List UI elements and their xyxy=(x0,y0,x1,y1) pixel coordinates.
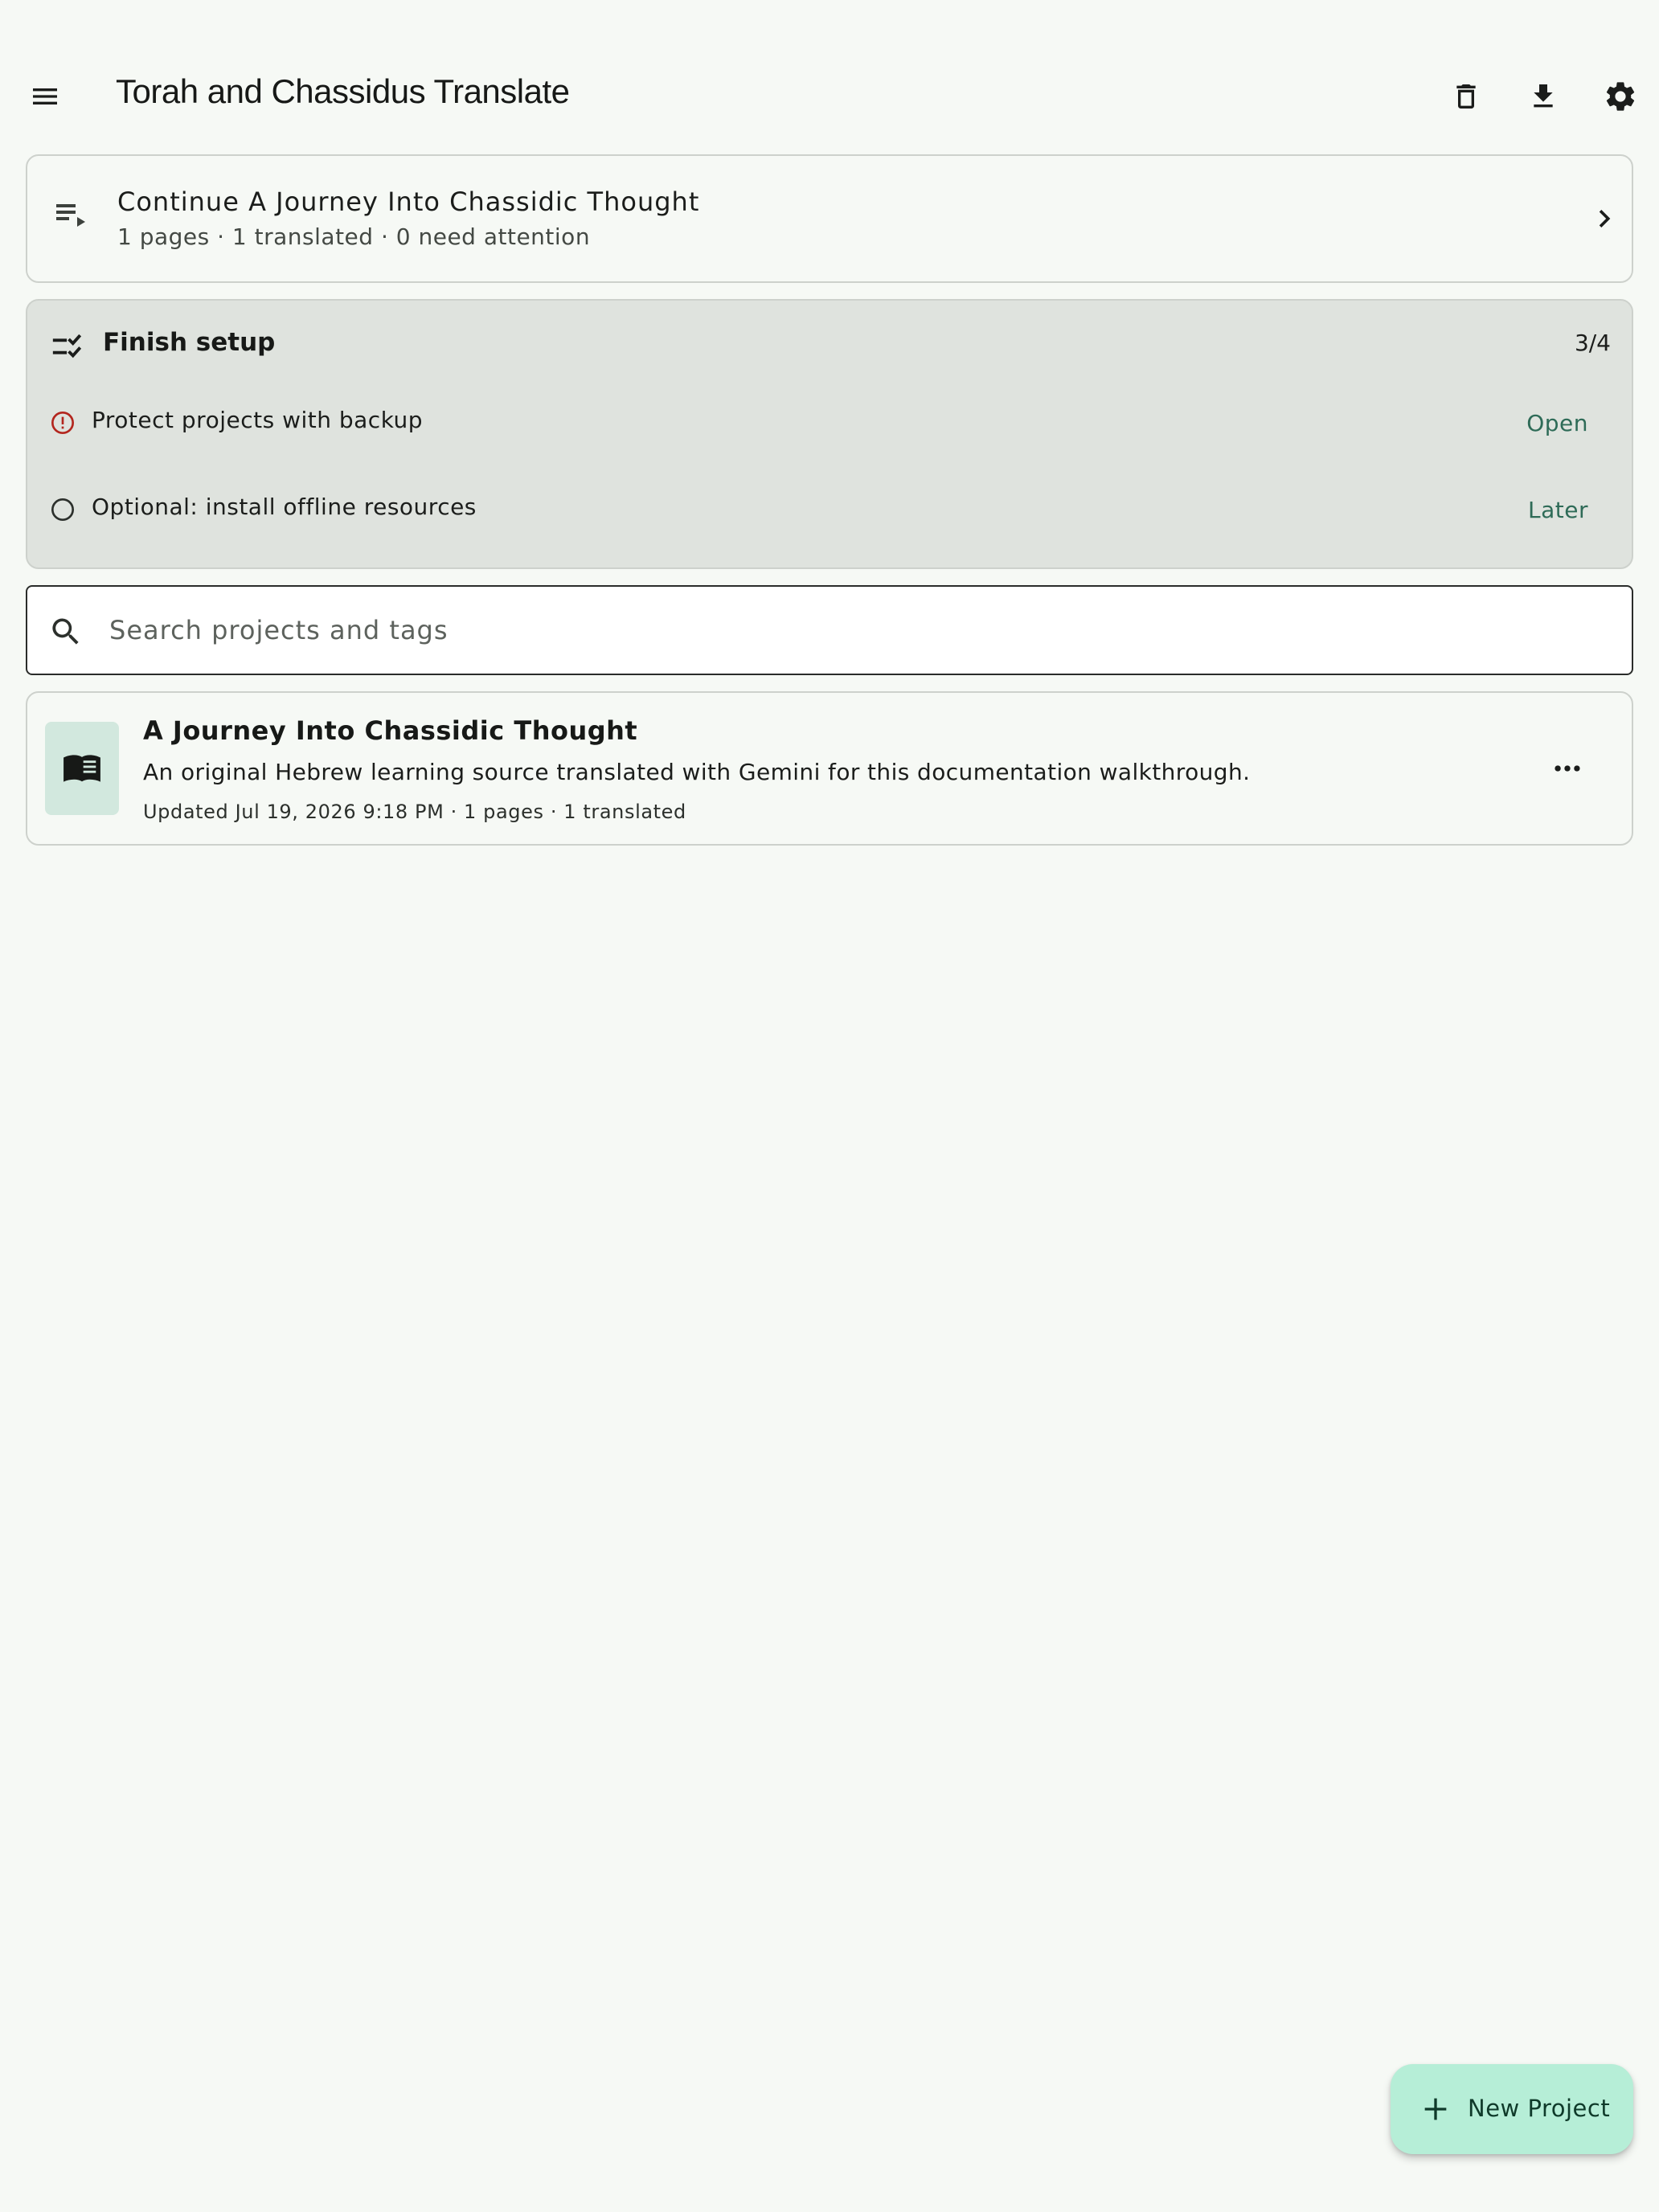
delete-button[interactable] xyxy=(1431,61,1501,132)
project-card[interactable]: A Journey Into Chassidic Thought An orig… xyxy=(26,691,1633,846)
book-icon xyxy=(63,755,100,782)
menu-icon xyxy=(33,88,57,104)
setup-item-offline-resources: Optional: install offline resources Late… xyxy=(27,469,1632,550)
empty-circle-icon xyxy=(51,498,74,521)
setup-progress: 3/4 xyxy=(1574,330,1611,356)
finish-setup-card: Finish setup 3/4 Protect projects with b… xyxy=(26,299,1633,569)
setup-item-backup: Protect projects with backup Open xyxy=(27,383,1632,463)
playlist-play-icon xyxy=(56,204,85,227)
menu-button[interactable] xyxy=(10,61,80,132)
top-app-bar: Torah and Chassidus Translate xyxy=(0,48,1659,145)
setup-item-label: Optional: install offline resources xyxy=(92,494,477,520)
project-meta: Updated Jul 19, 2026 9:18 PM · 1 pages ·… xyxy=(143,801,686,823)
setup-item-label: Protect projects with backup xyxy=(92,407,424,433)
download-button[interactable] xyxy=(1508,61,1579,132)
open-backup-button[interactable]: Open xyxy=(1510,399,1604,447)
settings-button[interactable] xyxy=(1585,61,1656,132)
project-thumbnail xyxy=(45,722,119,815)
continue-project-card[interactable]: Continue A Journey Into Chassidic Though… xyxy=(26,154,1633,283)
download-icon xyxy=(1534,84,1553,108)
plus-icon xyxy=(1424,2098,1447,2120)
chevron-right-icon xyxy=(1599,210,1611,227)
continue-subtitle: 1 pages · 1 translated · 0 need attentio… xyxy=(117,223,591,250)
app-title: Torah and Chassidus Translate xyxy=(116,72,570,110)
trash-icon xyxy=(1456,84,1476,109)
more-horizontal-icon xyxy=(1555,765,1580,772)
project-title: A Journey Into Chassidic Thought xyxy=(143,715,638,746)
project-more-button[interactable] xyxy=(1532,733,1603,804)
search-field[interactable] xyxy=(26,585,1633,675)
new-project-button[interactable]: New Project xyxy=(1391,2064,1633,2154)
checklist-icon xyxy=(52,334,82,358)
alert-circle-icon xyxy=(51,412,74,434)
continue-title: Continue A Journey Into Chassidic Though… xyxy=(117,186,700,217)
later-offline-resources-button[interactable]: Later xyxy=(1512,485,1604,534)
setup-title: Finish setup xyxy=(103,328,276,357)
search-input[interactable] xyxy=(108,601,1603,659)
search-icon xyxy=(52,618,79,645)
settings-icon xyxy=(1606,82,1635,111)
new-project-label: New Project xyxy=(1468,2095,1611,2122)
project-description: An original Hebrew learning source trans… xyxy=(143,759,1251,785)
